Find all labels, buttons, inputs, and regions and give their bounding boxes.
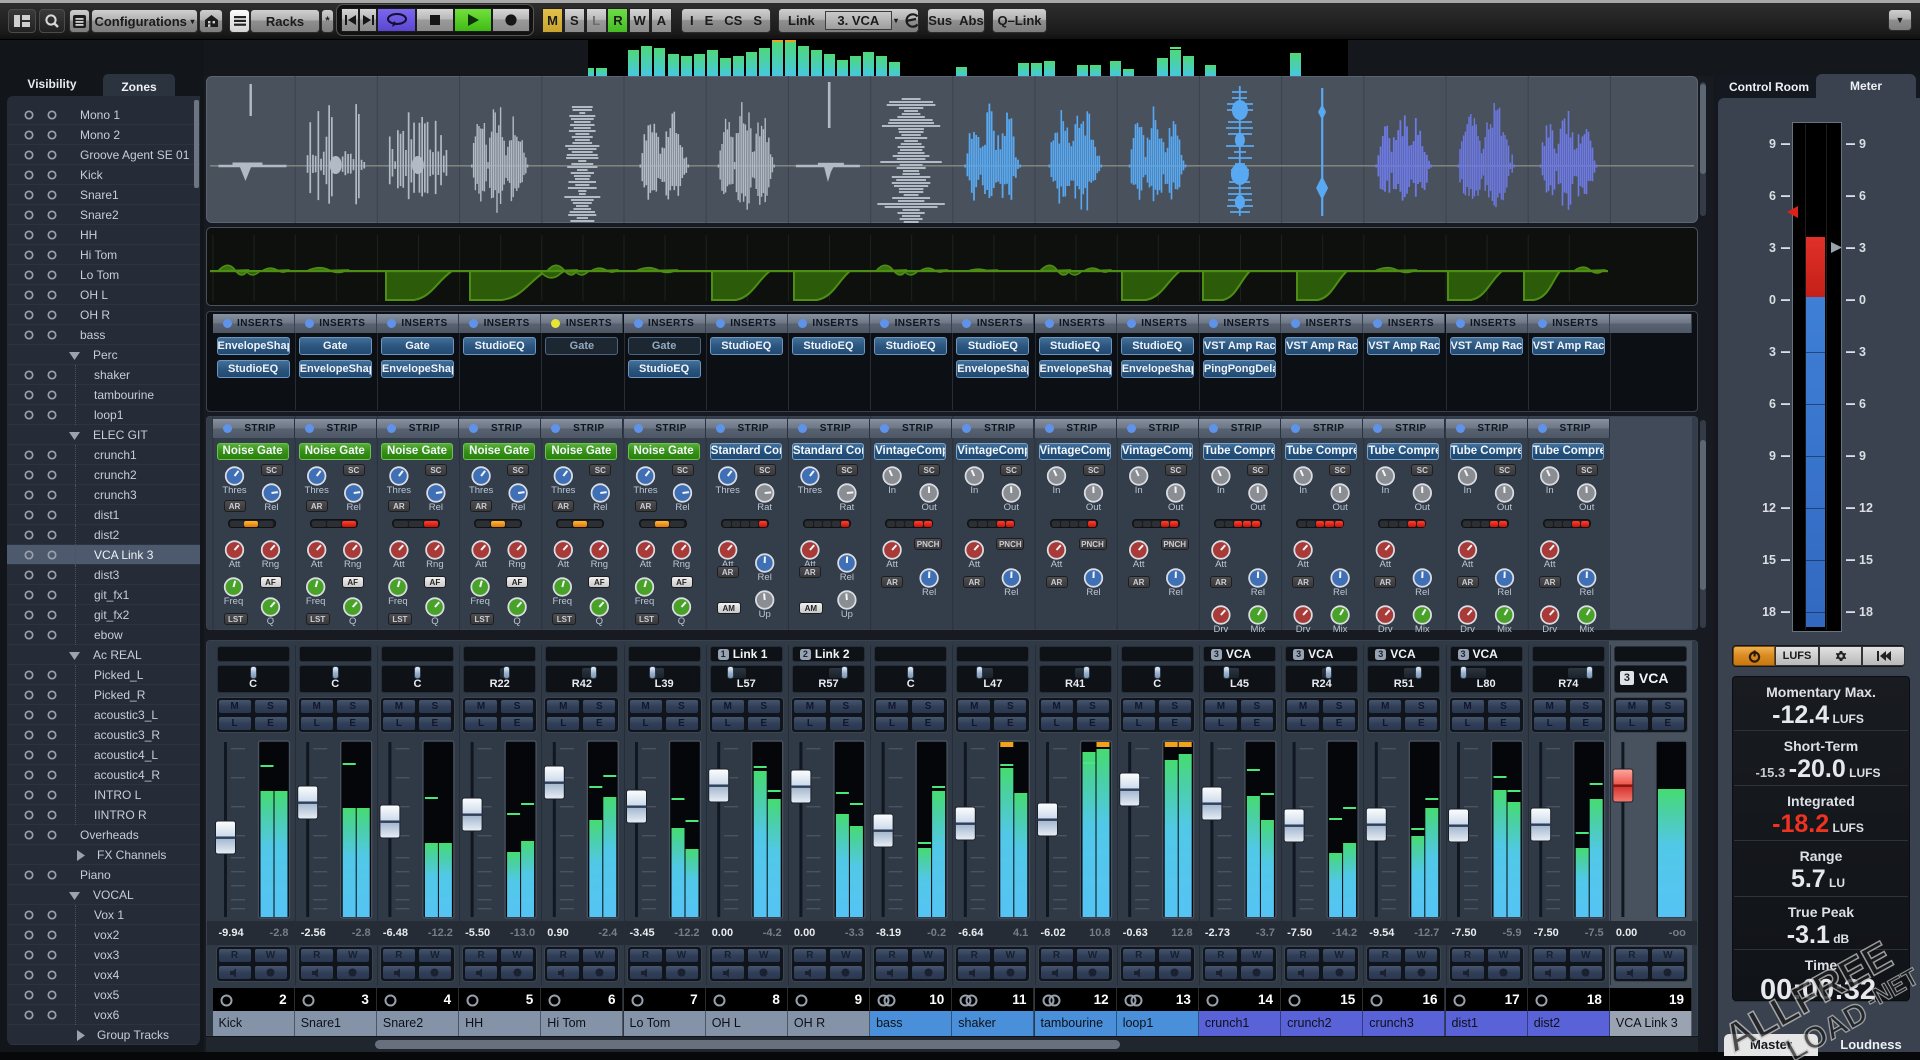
- svg-text:3: 3: [1769, 345, 1776, 359]
- svg-text:18: 18: [1859, 605, 1873, 619]
- svg-text:6: 6: [1859, 397, 1866, 411]
- svg-text:9: 9: [1859, 137, 1866, 151]
- svg-text:6: 6: [1769, 397, 1776, 411]
- svg-text:15: 15: [1859, 553, 1873, 567]
- svg-text:15: 15: [1762, 553, 1776, 567]
- svg-text:9: 9: [1769, 137, 1776, 151]
- svg-text:18: 18: [1762, 605, 1776, 619]
- svg-text:3: 3: [1859, 345, 1866, 359]
- svg-text:6: 6: [1769, 189, 1776, 203]
- svg-text:6: 6: [1859, 189, 1866, 203]
- svg-text:9: 9: [1769, 449, 1776, 463]
- svg-text:12: 12: [1762, 501, 1776, 515]
- svg-text:3: 3: [1769, 241, 1776, 255]
- svg-text:3: 3: [1859, 241, 1866, 255]
- svg-text:0: 0: [1769, 293, 1776, 307]
- svg-text:0: 0: [1859, 293, 1866, 307]
- svg-text:12: 12: [1859, 501, 1873, 515]
- svg-text:9: 9: [1859, 449, 1866, 463]
